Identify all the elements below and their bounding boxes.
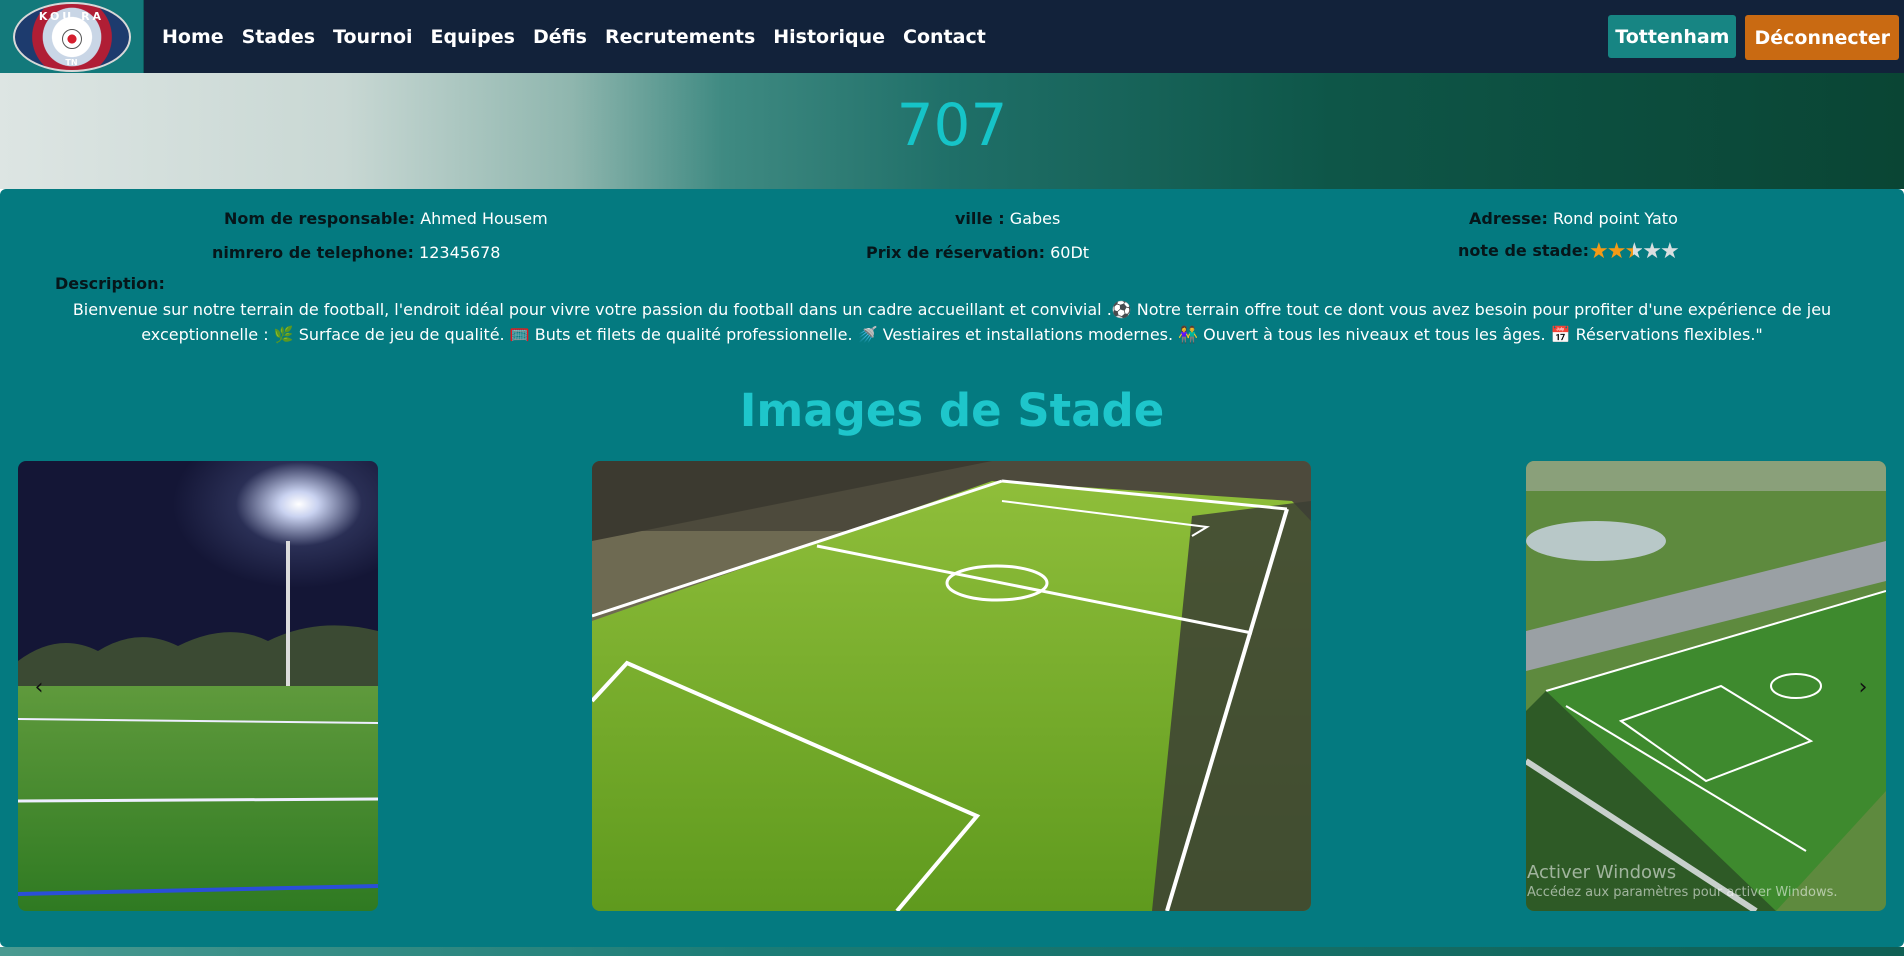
team-button[interactable]: Tottenham — [1608, 15, 1737, 58]
description-text: Bienvenue sur notre terrain de football,… — [72, 300, 1832, 344]
logo-text-bottom: TN — [65, 57, 78, 67]
star-icon: ★ — [1642, 239, 1662, 264]
carousel-slide-active — [592, 461, 1311, 911]
star-icon: ★ — [1589, 239, 1609, 264]
star-icon: ★ — [1624, 239, 1644, 264]
star-icon: ★ — [1659, 239, 1680, 264]
ville-info: ville : Gabes — [955, 209, 1060, 228]
adresse-info: Adresse: Rond point Yato — [1469, 209, 1678, 228]
stadium-title: 707 — [896, 91, 1008, 159]
prix-value: 60Dt — [1050, 243, 1090, 262]
prix-label: Prix de réservation: — [866, 243, 1046, 262]
nav-links: Home Stades Tournoi Equipes Défis Recrut… — [162, 26, 1004, 48]
prix-info: Prix de réservation: 60Dt — [866, 243, 1089, 262]
logo-text-top: KOU RA — [38, 9, 105, 23]
nav-link-equipes[interactable]: Equipes — [431, 26, 515, 48]
nav-link-home[interactable]: Home — [162, 26, 224, 48]
stadium-night-image — [18, 461, 378, 911]
hero-banner: 707 — [0, 73, 1904, 189]
star-icon: ★ — [1606, 239, 1627, 264]
nav-link-tournoi[interactable]: Tournoi — [333, 26, 412, 48]
koura-logo[interactable]: KOU RA TN — [12, 1, 131, 72]
ville-value: Gabes — [1009, 209, 1061, 228]
carousel-slide-prev — [18, 461, 378, 911]
adresse-label: Adresse: — [1469, 209, 1548, 228]
watermark-title: Activer Windows — [1527, 862, 1677, 883]
nav-link-stades[interactable]: Stades — [242, 26, 315, 48]
note-label: note de stade: — [1458, 241, 1589, 260]
watermark-subtitle: Accédez aux paramètres pour activer Wind… — [1527, 885, 1838, 900]
chevron-right-icon[interactable]: › — [1853, 672, 1873, 702]
stadium-aerial-image — [1526, 461, 1886, 911]
responsable-label: Nom de responsable: — [224, 209, 416, 228]
football-icon — [61, 28, 82, 49]
adresse-value: Rond point Yato — [1552, 209, 1678, 228]
logo-container[interactable]: KOU RA TN — [0, 0, 144, 73]
chevron-left-icon[interactable]: ‹ — [29, 672, 49, 702]
nav-link-contact[interactable]: Contact — [903, 26, 986, 48]
star-rating: ★★★★★ — [1589, 239, 1680, 264]
note-info: note de stade:★★★★★ — [1458, 239, 1680, 264]
nav-actions: Tottenham Déconnecter — [1608, 15, 1899, 60]
logout-button[interactable]: Déconnecter — [1745, 15, 1899, 60]
stadium-turf-image — [592, 461, 1311, 911]
responsable-info: Nom de responsable: Ahmed Housem — [224, 209, 548, 228]
nav-link-historique[interactable]: Historique — [773, 26, 885, 48]
telephone-value: 12345678 — [419, 243, 501, 262]
navbar: KOU RA TN Home Stades Tournoi Equipes Dé… — [0, 0, 1904, 73]
nav-link-recrutements[interactable]: Recrutements — [605, 26, 755, 48]
stadium-details-panel: Nom de responsable: Ahmed Housem ville :… — [0, 189, 1904, 947]
description-label: Description: — [55, 274, 165, 293]
carousel-slide-next — [1526, 461, 1886, 911]
footer-strip — [0, 947, 1904, 956]
windows-activation-watermark: Activer Windows Accédez aux paramètres p… — [1527, 862, 1838, 900]
ville-label: ville : — [955, 209, 1005, 228]
telephone-info: nimrero de telephone: 12345678 — [212, 243, 500, 262]
telephone-label: nimrero de telephone: — [212, 243, 414, 262]
gallery-title: Images de Stade — [739, 384, 1165, 437]
nav-link-defis[interactable]: Défis — [533, 26, 587, 48]
responsable-value: Ahmed Housem — [420, 209, 548, 228]
